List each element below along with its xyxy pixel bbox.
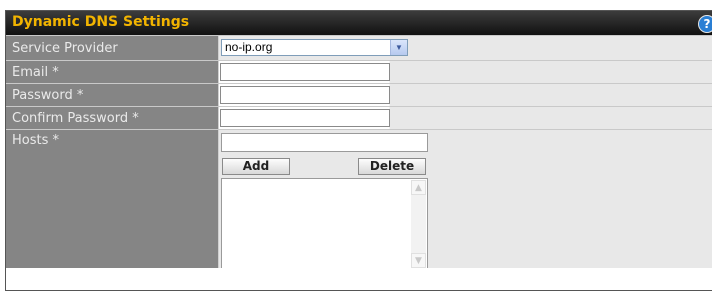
password-row: Password * [6,83,712,106]
panel-header: Dynamic DNS Settings ? [6,11,712,35]
hosts-row: Hosts * Add Delete ▲ ▼ [6,129,712,268]
delete-host-button[interactable]: Delete [358,158,426,175]
service-provider-value: no-ip.org [225,40,273,54]
host-input[interactable] [221,133,428,152]
service-provider-row: Service Provider no-ip.org ▼ [6,35,712,60]
add-host-button[interactable]: Add [222,158,290,175]
dynamic-dns-panel: Dynamic DNS Settings ? Service Provider … [5,10,712,291]
email-row: Email * [6,60,712,83]
scroll-down-icon[interactable]: ▼ [411,253,426,268]
confirm-password-row: Confirm Password * [6,106,712,129]
password-field[interactable] [220,86,390,104]
hosts-label: Hosts * [6,130,219,268]
password-cell [219,84,712,106]
hosts-scrollbar[interactable]: ▲ ▼ [411,180,426,268]
help-icon[interactable]: ? [698,15,712,33]
email-field[interactable] [220,63,390,81]
password-label: Password * [6,84,219,106]
panel-title: Dynamic DNS Settings [12,14,190,30]
scroll-up-icon[interactable]: ▲ [411,180,426,195]
service-provider-label: Service Provider [6,36,219,60]
email-cell [219,61,712,83]
hosts-listbox[interactable]: ▲ ▼ [221,178,428,268]
hosts-cell: Add Delete ▲ ▼ [219,130,712,268]
confirm-password-label: Confirm Password * [6,107,219,129]
confirm-password-cell [219,107,712,129]
chevron-down-icon[interactable]: ▼ [390,40,407,55]
confirm-password-field[interactable] [220,109,390,127]
email-label: Email * [6,61,219,83]
service-provider-select[interactable]: no-ip.org ▼ [221,39,408,56]
service-provider-cell: no-ip.org ▼ [219,36,712,60]
